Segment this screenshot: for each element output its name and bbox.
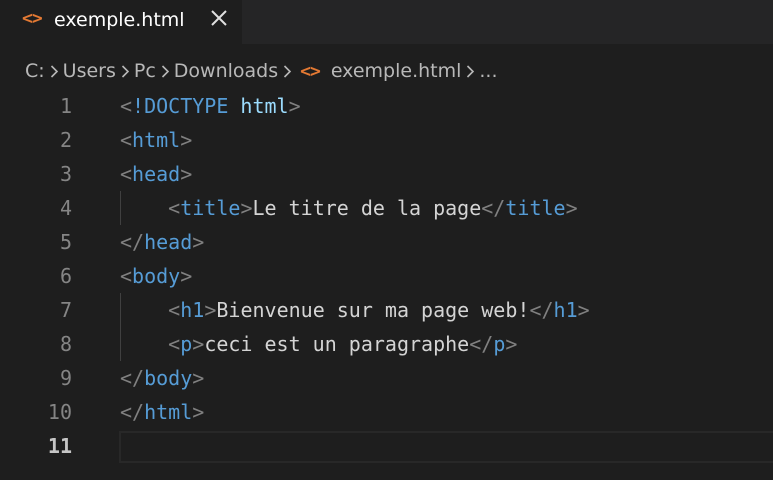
code-token: h1 — [553, 298, 578, 322]
code-token: html — [144, 400, 193, 424]
code-token: > — [180, 162, 193, 186]
code-token: > — [577, 298, 590, 322]
code-token: head — [144, 230, 193, 254]
line-number: 11 — [47, 434, 72, 458]
code-token: Le titre de la page — [252, 196, 482, 220]
code-token: </ — [120, 230, 145, 254]
line-number: 9 — [59, 366, 72, 390]
code-line[interactable]: 7 <h1>Bienvenue sur ma page web!</h1> — [0, 293, 773, 327]
code-line[interactable]: 6 <body> — [0, 259, 773, 293]
code-token: body — [144, 366, 193, 390]
close-icon[interactable] — [206, 5, 232, 31]
code-token: < — [168, 196, 181, 220]
code-line[interactable]: 2 <html> — [0, 123, 773, 157]
code-token: < — [168, 332, 181, 356]
line-number: 5 — [59, 230, 72, 254]
code-text[interactable]: </body> — [120, 361, 204, 395]
code-token: p — [493, 332, 506, 356]
code-line[interactable]: 8 <p>ceci est un paragraphe</p> — [0, 327, 773, 361]
code-token: > — [565, 196, 578, 220]
code-token: </ — [120, 400, 145, 424]
code-token: h1 — [180, 298, 205, 322]
chevron-right-icon — [116, 56, 134, 86]
code-token: !DOCTYPE — [132, 94, 229, 118]
code-token: body — [132, 264, 181, 288]
code-token: > — [192, 332, 205, 356]
line-number: 6 — [59, 264, 72, 288]
code-token: > — [180, 128, 193, 152]
code-token: p — [180, 332, 193, 356]
code-token: html — [240, 94, 289, 118]
code-text[interactable]: <title>Le titre de la page</title> — [120, 191, 578, 225]
code-token: > — [192, 230, 205, 254]
code-token: title — [180, 196, 241, 220]
code-token: < — [120, 162, 133, 186]
code-token: </ — [120, 366, 145, 390]
line-number: 7 — [59, 298, 72, 322]
line-number: 3 — [59, 162, 72, 186]
line-number: 2 — [59, 128, 72, 152]
line-number: 10 — [47, 400, 72, 424]
code-token: </ — [481, 196, 506, 220]
line-number: 4 — [59, 196, 72, 220]
code-line[interactable]: 5 </head> — [0, 225, 773, 259]
chevron-right-icon — [461, 56, 479, 86]
chevron-right-icon — [45, 56, 63, 86]
code-line[interactable]: 3 <head> — [0, 157, 773, 191]
code-text[interactable]: <body> — [120, 259, 192, 293]
code-token: > — [240, 196, 253, 220]
code-token: > — [204, 298, 217, 322]
code-token: < — [120, 128, 133, 152]
chevron-right-icon — [156, 56, 174, 86]
code-text[interactable]: <!DOCTYPE html> — [120, 89, 301, 123]
breadcrumb-item-users[interactable]: Users — [63, 56, 116, 86]
code-token: Bienvenue sur ma page web! — [216, 298, 530, 322]
breadcrumb: C: Users Pc Downloads <> exemple.html ..… — [25, 56, 498, 86]
tab-exemple-html[interactable]: <> exemple.html — [0, 0, 242, 44]
chevron-right-icon — [278, 56, 296, 86]
code-token: ceci est un paragraphe — [204, 332, 470, 356]
code-text[interactable]: <head> — [120, 157, 192, 191]
code-text[interactable]: <h1>Bienvenue sur ma page web!</h1> — [120, 293, 590, 327]
code-token: < — [120, 94, 133, 118]
code-line[interactable]: 11 — [0, 429, 773, 463]
code-token: </ — [469, 332, 494, 356]
breadcrumb-item-file[interactable]: exemple.html — [331, 56, 462, 86]
code-text[interactable]: </html> — [120, 395, 204, 429]
code-line[interactable]: 1 <!DOCTYPE html> — [0, 89, 773, 123]
code-text[interactable]: </head> — [120, 225, 204, 259]
code-token: > — [180, 264, 193, 288]
code-token: > — [192, 366, 205, 390]
code-token: > — [288, 94, 301, 118]
code-line[interactable]: 4 <title>Le titre de la page</title> — [0, 191, 773, 225]
code-token: html — [132, 128, 181, 152]
code-text[interactable]: <html> — [120, 123, 192, 157]
line-number: 8 — [59, 332, 72, 356]
html-file-icon: <> — [22, 8, 43, 29]
code-token: < — [168, 298, 181, 322]
code-token: </ — [529, 298, 554, 322]
code-token: head — [132, 162, 181, 186]
breadcrumb-item-downloads[interactable]: Downloads — [174, 56, 278, 86]
breadcrumb-item-drive[interactable]: C: — [25, 56, 45, 86]
code-token: title — [505, 196, 566, 220]
code-line[interactable]: 9 </body> — [0, 361, 773, 395]
code-editor[interactable]: 1 <!DOCTYPE html> 2 <html> 3 <head> 4 <title>L… — [0, 89, 773, 480]
tab-title[interactable]: exemple.html — [54, 7, 185, 33]
line-number: 1 — [59, 94, 72, 118]
code-token: > — [505, 332, 518, 356]
code-token: < — [120, 264, 133, 288]
html-file-icon: <> — [300, 60, 321, 82]
code-token: > — [192, 400, 205, 424]
code-line[interactable]: 10 </html> — [0, 395, 773, 429]
breadcrumb-item-more[interactable]: ... — [479, 56, 497, 86]
breadcrumb-item-pc[interactable]: Pc — [134, 56, 156, 86]
code-text[interactable]: <p>ceci est un paragraphe</p> — [120, 327, 517, 361]
tab-bar: <> exemple.html — [0, 0, 773, 44]
